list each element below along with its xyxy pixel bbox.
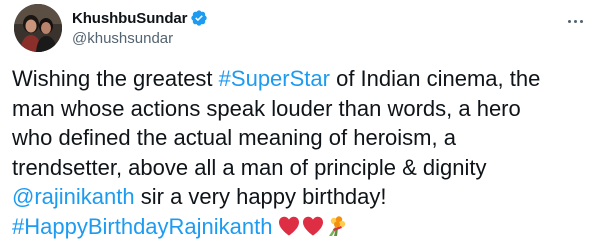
tweet-line-2: man whose actions speak louder than word… [12, 95, 521, 121]
tweet-line-3: who defined the actual meaning of herois… [12, 125, 456, 151]
tweet-line-6: #HappyBirthdayRajnikanth [12, 212, 592, 246]
more-dot [579, 19, 583, 23]
hashtag-link[interactable]: #SuperStar [219, 66, 330, 91]
tweet-card: KhushbuSundar @khushsundar Wishing the g… [0, 0, 600, 250]
mention-link[interactable]: @rajinikanth [12, 184, 135, 209]
tweet-line-1: Wishing the greatest #SuperStar of India… [12, 64, 592, 94]
tweet-header: KhushbuSundar @khushsundar [72, 8, 560, 50]
tweet-text: Wishing the greatest #SuperStar of India… [12, 64, 592, 246]
text-segment: sir a very happy birthday! [134, 184, 387, 210]
hashtag-link[interactable]: #HappyBirthdayRajnikanth [12, 214, 273, 239]
more-options-button[interactable] [562, 8, 588, 34]
text-segment: of Indian cinema, the [329, 66, 541, 91]
author-display-name[interactable]: KhushbuSundar [72, 10, 187, 27]
tweet-line-5: @rajinikanth sir a very happy birthday! [12, 182, 592, 212]
red-heart-icon [277, 214, 301, 246]
bouquet-icon [325, 214, 349, 246]
profile-photo-icon [14, 4, 62, 52]
more-dot [573, 19, 577, 23]
author-handle[interactable]: @khushsundar [72, 30, 560, 50]
more-horizontal-icon [567, 19, 571, 23]
name-row: KhushbuSundar [72, 8, 560, 28]
tweet-line-4: trendsetter, above all a man of principl… [12, 154, 487, 180]
red-heart-icon [301, 214, 325, 246]
text-segment: Wishing the greatest [12, 66, 219, 91]
verified-badge-icon [190, 9, 208, 27]
author-avatar[interactable] [14, 4, 62, 52]
